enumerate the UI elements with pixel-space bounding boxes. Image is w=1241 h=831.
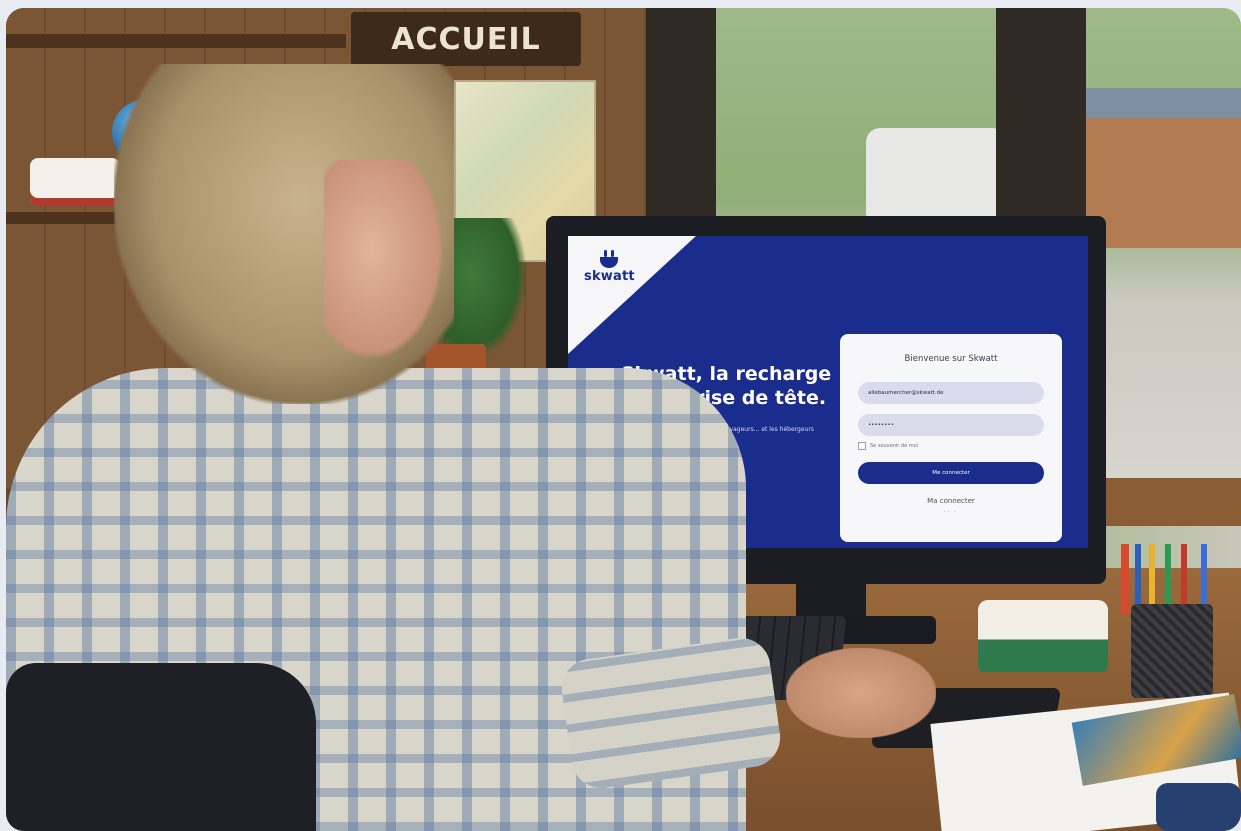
login-card: Bienvenue sur Skwatt Se souvenir de moi … (840, 334, 1062, 542)
plug-icon (600, 250, 618, 268)
remember-me[interactable]: Se souvenir de moi (858, 442, 918, 450)
person-face (324, 160, 444, 360)
shelf (6, 34, 346, 48)
person-hand (786, 648, 936, 738)
house-outside (1086, 88, 1241, 248)
toy-van (978, 600, 1108, 672)
password-field[interactable] (858, 414, 1044, 436)
email-field[interactable] (858, 382, 1044, 404)
chair (6, 663, 316, 831)
toy-van (30, 158, 120, 206)
pencil-cup (1131, 604, 1213, 698)
brand-name: skwatt (584, 269, 635, 284)
blue-pouch (1156, 783, 1241, 831)
secondary-link[interactable]: Ma connecter (840, 497, 1062, 505)
accueil-sign: ACCUEIL (351, 12, 581, 66)
login-button[interactable]: Me connecter (858, 462, 1044, 484)
counter-edge (1106, 478, 1241, 526)
remember-label: Se souvenir de moi (870, 443, 919, 449)
photo-scene: ACCUEIL skwatt Skwatt, la recharge sans … (6, 8, 1241, 831)
secondary-sub: ·· · (943, 509, 959, 515)
login-title: Bienvenue sur Skwatt (904, 354, 998, 364)
skwatt-logo: skwatt (584, 250, 635, 284)
remember-checkbox[interactable] (858, 442, 866, 450)
camper-van-outside (866, 128, 1006, 218)
